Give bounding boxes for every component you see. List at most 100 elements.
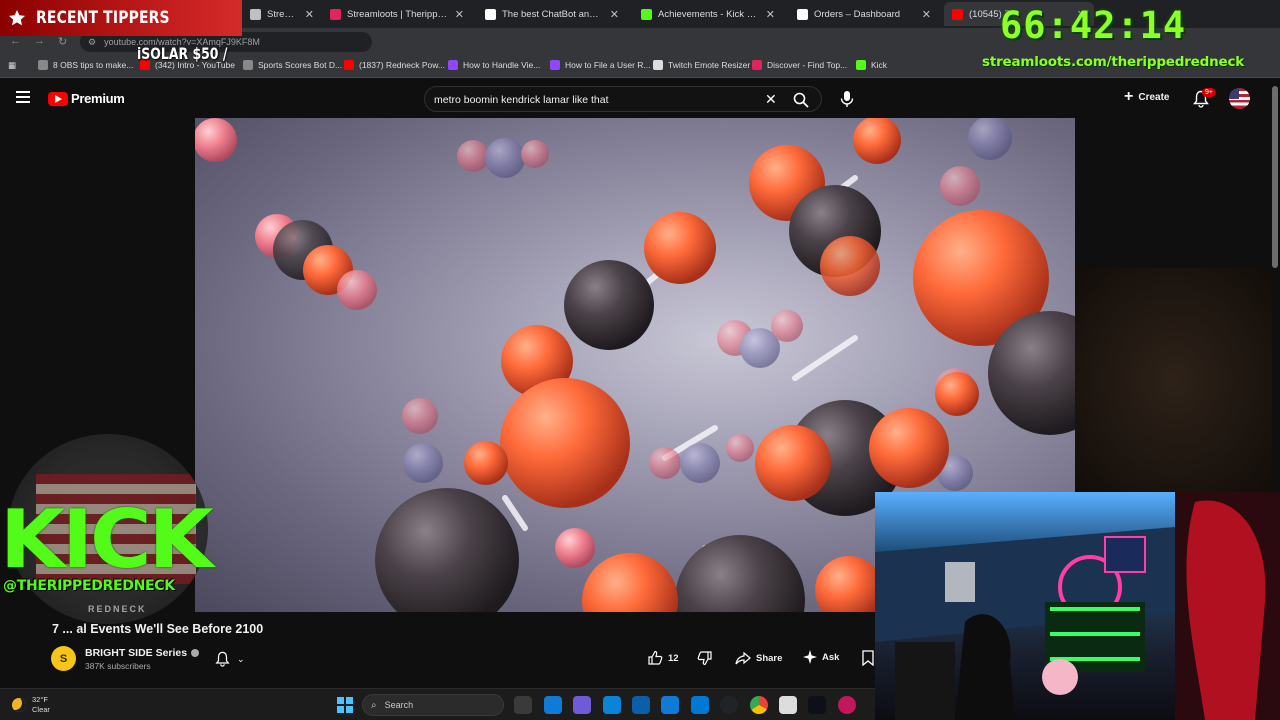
recent-tippers-banner: RECENT TIPPERS xyxy=(0,0,242,36)
search-box: ✕ xyxy=(424,86,822,112)
weather-temperature: 32°F xyxy=(32,695,48,704)
browser-tab[interactable]: Stream Elements - rippedredne ✕ xyxy=(242,2,322,26)
bookmark-label: How to Handle Vie... xyxy=(463,60,541,70)
bookmark-item[interactable]: Sports Scores Bot D... xyxy=(243,60,342,70)
tab-label: The best ChatBot and Widgets xyxy=(502,8,604,20)
thumbs-up-icon xyxy=(648,650,663,665)
tab-close-icon[interactable]: ✕ xyxy=(766,8,775,21)
apps-grid-icon[interactable]: ▦ xyxy=(8,60,16,71)
site-info-icon[interactable]: ⚙ xyxy=(88,37,96,48)
sparkle-icon xyxy=(803,650,817,664)
star-icon xyxy=(8,9,26,26)
file-explorer-icon[interactable] xyxy=(632,696,650,714)
bookmark-label: How to File a User R... xyxy=(565,60,651,70)
like-button[interactable]: 12 xyxy=(647,650,679,666)
store-icon[interactable] xyxy=(661,696,679,714)
channel-avatar[interactable]: S xyxy=(51,646,76,671)
thumbs-down-icon xyxy=(697,651,712,666)
tab-favicon-icon xyxy=(952,8,963,20)
tab-close-icon[interactable]: ✕ xyxy=(922,8,931,21)
outlook-icon[interactable] xyxy=(691,696,709,714)
kick-brand-text: REDNECK xyxy=(88,604,147,614)
channel-name[interactable]: BRIGHT SIDE Series xyxy=(85,647,200,659)
streamloots-url: streamloots.com/therippedredneck xyxy=(982,54,1245,70)
browser-tab[interactable]: Orders – Dashboard ✕ xyxy=(789,2,939,26)
bookmark-favicon-icon xyxy=(856,60,866,70)
page-scrollbar[interactable] xyxy=(1272,86,1278,268)
tab-close-icon[interactable]: ✕ xyxy=(455,8,464,21)
bookmark-item[interactable]: 8 OBS tips to make... xyxy=(38,60,133,70)
back-arrow-icon[interactable]: ← xyxy=(10,35,21,47)
reload-icon[interactable]: ↻ xyxy=(58,35,67,48)
bookmark-label: Sports Scores Bot D... xyxy=(258,60,343,70)
youtube-header: Premium ✕ + Create 9+ xyxy=(0,79,1280,119)
tab-close-icon[interactable]: ✕ xyxy=(305,8,314,21)
bookmark-label: Kick xyxy=(871,60,888,70)
plus-icon: + xyxy=(1124,88,1134,105)
taskbar-search-label: Search xyxy=(384,700,414,710)
app-icon[interactable] xyxy=(779,696,797,714)
bookmark-item[interactable]: How to Handle Vie... xyxy=(448,60,540,70)
search-input[interactable] xyxy=(434,91,754,109)
app-icon[interactable] xyxy=(838,696,856,714)
bookmark-item[interactable]: Twitch Emote Resizer xyxy=(653,60,750,70)
bookmark-item[interactable]: Discover - Find Top... xyxy=(752,60,847,70)
kick-overlay: KICK @THERIPPEDREDNECK REDNECK xyxy=(0,434,224,624)
dislike-button[interactable] xyxy=(697,650,718,666)
copilot-icon[interactable] xyxy=(544,696,562,714)
forward-arrow-icon[interactable]: → xyxy=(34,35,45,47)
subscriber-count: 387K subscribers xyxy=(85,661,151,671)
edge-icon[interactable] xyxy=(603,696,621,714)
stream-background-panel xyxy=(1075,268,1272,492)
bookmark-label: 8 OBS tips to make... xyxy=(53,60,134,70)
youtube-play-icon xyxy=(48,91,68,106)
tab-close-icon[interactable]: ✕ xyxy=(610,8,619,21)
terminal-icon[interactable] xyxy=(808,696,826,714)
clear-search-icon[interactable]: ✕ xyxy=(765,92,777,106)
browser-tab[interactable]: Achievements - Kick Dashboar ✕ xyxy=(633,2,783,26)
channel-name-text: BRIGHT SIDE Series xyxy=(85,647,188,659)
video-title: 7 ... al Events We'll See Before 2100 xyxy=(52,622,264,636)
tab-label: Orders – Dashboard xyxy=(814,8,901,20)
bookmark-favicon-icon xyxy=(752,60,762,70)
teams-icon[interactable] xyxy=(573,696,591,714)
youtube-logo[interactable]: Premium xyxy=(48,91,125,106)
moon-icon xyxy=(12,698,26,712)
ask-label: Ask xyxy=(822,651,840,663)
windows-start-icon[interactable] xyxy=(337,697,353,713)
tab-label: Achievements - Kick Dashboar xyxy=(658,8,760,20)
bookmark-item[interactable]: (1837) Redneck Pow... xyxy=(344,60,445,70)
bookmark-item[interactable]: Kick xyxy=(856,60,887,70)
tab-favicon-icon xyxy=(250,8,261,20)
search-icon: ⌕ xyxy=(371,699,377,711)
tab-favicon-icon xyxy=(330,8,341,20)
kick-wordmark: KICK xyxy=(0,493,214,586)
subathon-timer: 66:42:14 xyxy=(1000,4,1187,47)
chrome-icon[interactable] xyxy=(750,696,768,714)
microphone-icon[interactable] xyxy=(838,90,856,108)
chevron-down-icon[interactable]: ⌄ xyxy=(237,654,245,665)
browser-tab[interactable]: The best ChatBot and Widgets ✕ xyxy=(477,2,627,26)
menu-icon[interactable] xyxy=(16,91,30,103)
subscription-bell-icon[interactable] xyxy=(215,651,230,667)
create-button[interactable]: + Create xyxy=(1124,88,1170,105)
obs-icon[interactable] xyxy=(720,696,738,714)
bookmark-favicon-icon xyxy=(344,60,354,70)
task-view-icon[interactable] xyxy=(514,696,532,714)
tab-label: Stream Elements - rippedredne xyxy=(267,8,299,20)
tab-favicon-icon xyxy=(485,8,496,20)
like-count: 12 xyxy=(668,652,679,664)
weather-widget[interactable]: 32°F Clear xyxy=(12,695,50,715)
recent-tipper-entry: iSOLAR $50 / xyxy=(137,44,228,63)
webcam-feed xyxy=(875,492,1280,720)
account-avatar[interactable] xyxy=(1229,88,1250,109)
bookmark-item[interactable]: How to File a User R... xyxy=(550,60,651,70)
browser-tab[interactable]: Streamloots | Therippedredne ✕ xyxy=(322,2,472,26)
bookmark-favicon-icon xyxy=(38,60,48,70)
search-icon[interactable] xyxy=(793,92,809,108)
share-button[interactable]: Share xyxy=(735,650,782,666)
ask-button[interactable]: Ask xyxy=(803,650,839,664)
create-label: Create xyxy=(1138,91,1170,103)
weather-description: Clear xyxy=(32,705,50,714)
taskbar-search-box[interactable]: ⌕ Search xyxy=(362,694,504,716)
